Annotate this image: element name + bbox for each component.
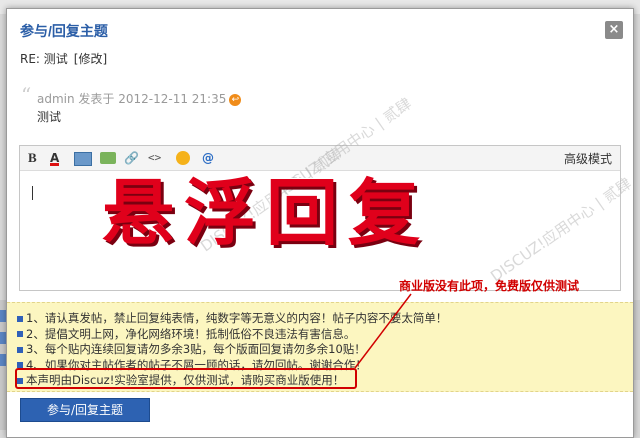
bullet-icon <box>17 331 23 337</box>
notice-text: 2、提倡文明上网，净化网络环境！抵制低俗不良违法有害信息。 <box>26 326 356 341</box>
subject-text: RE: 测试 <box>20 52 68 66</box>
highlight-box <box>15 368 357 389</box>
quote-text: 测试 <box>37 110 62 124</box>
notice-item: 2、提倡文明上网，净化网络环境！抵制低俗不良违法有害信息。 <box>17 327 633 343</box>
image-icon[interactable] <box>74 152 92 166</box>
bold-button[interactable]: B <box>28 150 37 166</box>
submit-reply-button[interactable]: 参与/回复主题 <box>20 398 150 422</box>
quote-author-line: admin 发表于 2012-12-11 21:35 <box>37 92 227 106</box>
notice-item: 3、每个贴内连续回复请勿多余3贴，每个版面回复请勿多余10贴！ <box>17 342 633 358</box>
bullet-icon <box>17 346 23 353</box>
bullet-icon <box>17 315 23 322</box>
notice-item: 1、请认真发帖，禁止回复纯表情，纯数字等无意义的内容！帖子内容不要太简单！ <box>17 311 633 327</box>
reply-dialog: 参与/回复主题 × RE: 测试 [修改] “ admin 发表于 2012-12… <box>6 8 634 438</box>
annotation-tip: 商业版没有此项，免费版仅供测试 <box>399 279 580 293</box>
quote-mark-icon: “ <box>21 83 32 107</box>
dialog-title: 参与/回复主题 <box>20 23 108 39</box>
annotation-pointer-line <box>354 293 412 369</box>
edit-link[interactable]: [修改] <box>74 52 107 66</box>
notice-text: 3、每个贴内连续回复请勿多余3贴，每个版面回复请勿多余10贴！ <box>26 342 366 356</box>
jump-to-post-icon[interactable]: ↩ <box>229 93 242 106</box>
font-color-button[interactable]: A <box>50 150 60 166</box>
quote-meta: admin 发表于 2012-12-11 21:35 ↩ <box>37 90 242 107</box>
reply-subject: RE: 测试 [修改] <box>20 50 107 67</box>
advanced-mode-link[interactable]: 高级模式 <box>564 150 612 167</box>
text-cursor[interactable] <box>32 186 33 200</box>
close-icon[interactable]: × <box>605 21 623 39</box>
pointer-line-stroke <box>354 293 412 369</box>
overlay-big-title: 悬浮回复 <box>102 170 431 255</box>
